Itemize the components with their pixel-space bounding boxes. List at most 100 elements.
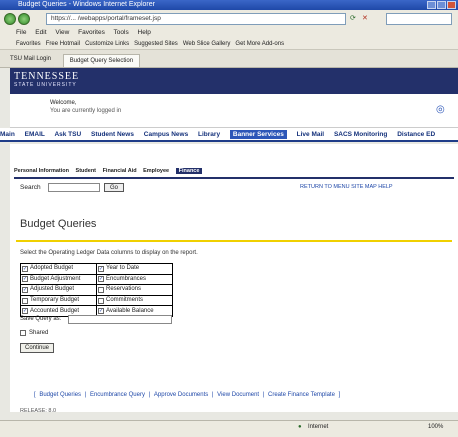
columns-row: Temporary Budget Commitments — [21, 295, 172, 307]
menu-library[interactable]: Library — [198, 131, 220, 138]
education-icon: ◎ — [436, 104, 445, 115]
forward-icon[interactable] — [18, 13, 30, 25]
checkbox[interactable] — [98, 265, 104, 272]
subtab-employee[interactable]: Employee — [143, 168, 169, 174]
fav-addons[interactable]: Get More Add-ons — [235, 41, 284, 47]
top-links[interactable]: RETURN TO MENU SITE MAP HELP — [300, 184, 393, 190]
instructions-text: Select the Operating Ledger Data columns… — [20, 250, 198, 256]
menu-campus-news[interactable]: Campus News — [144, 131, 188, 138]
stop-icon[interactable]: ✕ — [362, 14, 368, 22]
subtab-finance[interactable]: Finance — [175, 168, 203, 174]
menu-help[interactable]: Help — [138, 29, 151, 36]
main-menu: Main EMAIL Ask TSU Student News Campus N… — [0, 128, 458, 142]
subtab-personal[interactable]: Personal Information — [14, 168, 69, 174]
column-option[interactable]: Commitments — [97, 296, 172, 306]
refresh-icon[interactable]: ⟳ — [350, 14, 356, 22]
column-option[interactable]: Adjusted Budget — [21, 285, 97, 295]
column-option[interactable]: Budget Adjustment — [21, 274, 97, 285]
subtab-student[interactable]: Student — [76, 168, 96, 174]
option-label: Budget Adjustment — [30, 275, 81, 282]
checkbox[interactable] — [22, 297, 28, 304]
zone-text: Internet — [308, 424, 329, 430]
link-create-template[interactable]: Create Finance Template — [268, 392, 335, 398]
welcome-text: Welcome, — [50, 100, 77, 106]
option-label: Reservations — [106, 286, 142, 293]
menu-banner-services[interactable]: Banner Services — [229, 130, 287, 139]
save-query-input[interactable] — [68, 315, 172, 324]
search-label: Search — [20, 184, 41, 191]
subtab-rule — [14, 177, 454, 179]
menu-main[interactable]: Main — [0, 131, 15, 138]
column-option[interactable]: Temporary Budget — [21, 295, 97, 306]
columns-row: Adopted Budget Year to Date — [21, 264, 172, 275]
address-bar[interactable]: https://... /webapps/portal/frameset.jsp — [46, 13, 346, 25]
link-approve-documents[interactable]: Approve Documents — [154, 392, 208, 398]
link-view-document[interactable]: View Document — [217, 392, 259, 398]
shared-label: Shared — [29, 330, 49, 336]
link-encumbrance-query[interactable]: Encumbrance Query — [90, 392, 145, 398]
menu-tools[interactable]: Tools — [114, 29, 129, 36]
column-option[interactable]: Reservations — [97, 285, 172, 295]
checkbox[interactable] — [22, 265, 28, 272]
title-rule — [16, 240, 452, 242]
footer-links: [ Budget Queries | Encumbrance Query | A… — [34, 392, 341, 398]
checkbox[interactable] — [98, 297, 104, 304]
column-option[interactable]: Year to Date — [97, 264, 172, 274]
shared-row: Shared — [20, 330, 48, 336]
menu-live-mail[interactable]: Live Mail — [297, 131, 324, 138]
menu-edit[interactable]: Edit — [35, 29, 46, 36]
menu-email[interactable]: EMAIL — [25, 131, 45, 138]
menu-ask-tsu[interactable]: Ask TSU — [54, 131, 81, 138]
fav-suggested[interactable]: Suggested Sites — [134, 41, 178, 47]
window-controls — [427, 1, 456, 9]
menu-favorites[interactable]: Favorites — [78, 29, 105, 36]
checkbox[interactable] — [98, 286, 104, 293]
menu-sacs[interactable]: SACS Monitoring — [334, 131, 387, 138]
option-label: Encumbrances — [106, 275, 147, 282]
fav-webslice[interactable]: Web Slice Gallery — [183, 41, 231, 47]
window-title: Budget Queries - Windows Internet Explor… — [0, 0, 458, 10]
back-icon[interactable] — [4, 13, 16, 25]
checkbox[interactable] — [98, 276, 104, 283]
zoom-level[interactable]: 100% — [428, 424, 443, 430]
fav-hotmail[interactable]: Free Hotmail — [46, 41, 80, 47]
banner-title: TENNESSEE — [14, 71, 80, 82]
option-label: Commitments — [106, 297, 144, 304]
close-icon[interactable] — [447, 1, 456, 9]
globe-icon: ● — [298, 424, 302, 430]
subtab-financial-aid[interactable]: Financial Aid — [103, 168, 137, 174]
maximize-icon[interactable] — [437, 1, 446, 9]
checkbox[interactable] — [22, 308, 28, 315]
menu-file[interactable]: File — [16, 29, 26, 36]
option-label: Year to Date — [106, 265, 140, 272]
column-option[interactable]: Encumbrances — [97, 275, 172, 285]
browser-search-input[interactable] — [386, 13, 452, 25]
menu-view[interactable]: View — [55, 29, 69, 36]
status-bar — [0, 420, 458, 437]
continue-button[interactable]: Continue — [20, 343, 54, 353]
option-label: Adjusted Budget — [30, 286, 75, 293]
checkbox[interactable] — [98, 308, 104, 315]
shared-checkbox[interactable] — [20, 330, 26, 336]
tab-tsu-mail[interactable]: TSU Mail Login — [10, 50, 51, 67]
menu-distance-ed[interactable]: Distance ED — [397, 131, 435, 138]
favorites-button[interactable]: Favorites — [16, 41, 41, 47]
option-label: Adopted Budget — [30, 265, 74, 272]
search-input[interactable] — [48, 183, 100, 192]
menu-bar: File Edit View Favorites Tools Help — [0, 28, 458, 38]
menu-student-news[interactable]: Student News — [91, 131, 134, 138]
tab-budget-query[interactable]: Budget Query Selection — [62, 54, 141, 67]
save-query-label: Save Query as: — [20, 316, 62, 322]
link-budget-queries[interactable]: Budget Queries — [39, 392, 81, 398]
minimize-icon[interactable] — [427, 1, 436, 9]
login-note: You are currently logged in — [50, 108, 122, 114]
banner-subtitle: STATE UNIVERSITY — [14, 82, 77, 88]
go-button[interactable]: Go — [104, 183, 124, 192]
page-title: Budget Queries — [20, 218, 97, 230]
browser-tabs: TSU Mail Login Budget Query Selection — [0, 50, 458, 68]
columns-row: Adjusted Budget Reservations — [21, 285, 172, 296]
column-option[interactable]: Adopted Budget — [21, 264, 97, 274]
checkbox[interactable] — [22, 286, 28, 293]
fav-customize[interactable]: Customize Links — [85, 41, 129, 47]
checkbox[interactable] — [22, 276, 28, 283]
